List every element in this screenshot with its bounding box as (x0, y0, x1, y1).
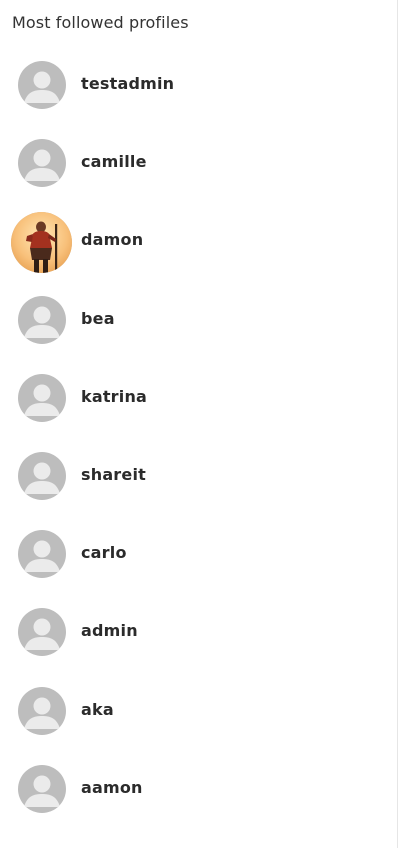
default-avatar-icon[interactable] (18, 295, 66, 344)
default-avatar-icon[interactable] (18, 608, 66, 657)
default-avatar-icon[interactable] (18, 686, 66, 735)
profile-row-aamon[interactable]: aamon (0, 750, 398, 828)
default-avatar-icon[interactable] (18, 139, 66, 188)
panel-title: Most followed profiles (12, 13, 189, 32)
profile-name[interactable]: shareit (81, 465, 146, 484)
profile-row-carlo[interactable]: carlo (0, 515, 398, 593)
profile-row-damon[interactable]: damon (0, 202, 398, 280)
most-followed-profiles-panel: Most followed profiles testadmin camille (0, 0, 398, 848)
profile-name[interactable]: damon (81, 230, 143, 249)
default-avatar-icon[interactable] (18, 373, 66, 422)
profile-name[interactable]: bea (81, 309, 115, 328)
profile-name[interactable]: camille (81, 152, 147, 171)
profile-name[interactable]: testadmin (81, 74, 174, 93)
default-avatar-icon[interactable] (18, 530, 66, 579)
profile-photo-avatar[interactable] (11, 212, 72, 274)
default-avatar-icon[interactable] (18, 61, 66, 109)
default-avatar-icon[interactable] (18, 451, 66, 500)
profile-name[interactable]: admin (81, 621, 138, 640)
profile-name[interactable]: carlo (81, 543, 127, 562)
profile-row-aka[interactable]: aka (0, 672, 398, 750)
default-avatar-icon[interactable] (18, 764, 66, 813)
profiles-list: testadmin camille damon bea katrina shar… (0, 46, 398, 828)
profile-name[interactable]: aamon (81, 778, 143, 797)
profile-row-camille[interactable]: camille (0, 124, 398, 202)
profile-name[interactable]: aka (81, 700, 114, 719)
profile-row-bea[interactable]: bea (0, 281, 398, 359)
profile-row-testadmin[interactable]: testadmin (0, 46, 398, 124)
profile-row-shareit[interactable]: shareit (0, 437, 398, 515)
profile-row-admin[interactable]: admin (0, 593, 398, 671)
profile-row-katrina[interactable]: katrina (0, 359, 398, 437)
profile-name[interactable]: katrina (81, 387, 147, 406)
